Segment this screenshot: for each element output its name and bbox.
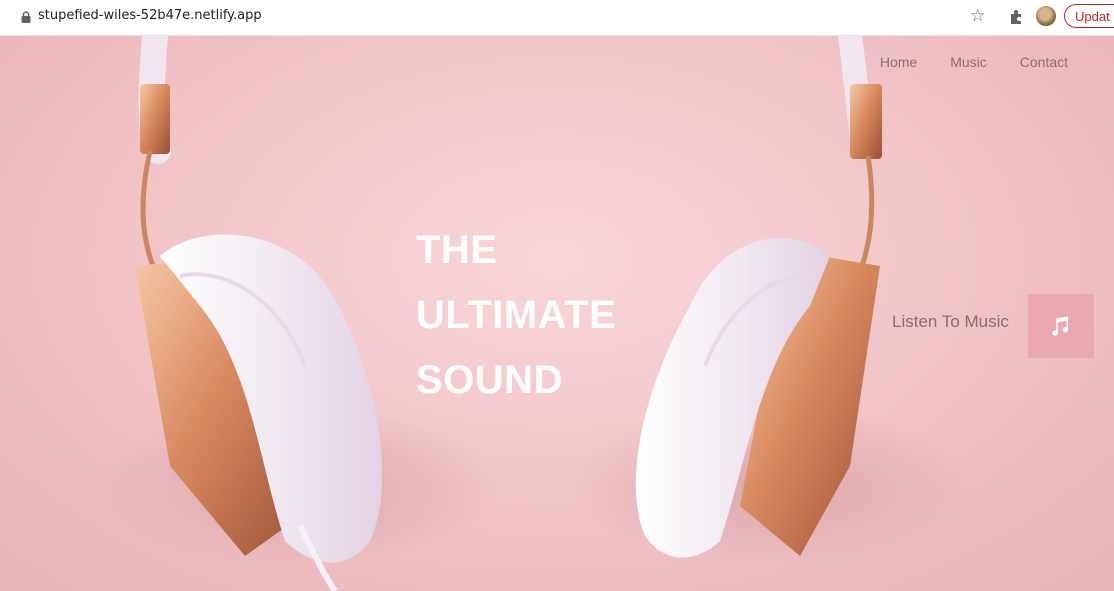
headline-line-3: SOUND (416, 358, 563, 402)
hero-headline: THE ULTIMATE SOUND (416, 218, 616, 413)
nav-music-link[interactable]: Music (950, 54, 987, 70)
extensions-icon[interactable] (1008, 8, 1026, 26)
hero-section: Home Music Contact THE ULTIMATE SOUND Li… (0, 36, 1114, 591)
listen-to-music-label[interactable]: Listen To Music (892, 312, 1009, 332)
lock-icon (21, 11, 31, 23)
address-bar[interactable]: stupefied-wiles-52b47e.netlify.app (38, 8, 262, 23)
update-button[interactable]: Updat (1064, 4, 1114, 28)
music-note-icon (1052, 316, 1069, 336)
headline-line-2: ULTIMATE (416, 293, 617, 337)
listen-music-button[interactable] (1028, 294, 1094, 358)
main-nav: Home Music Contact (880, 54, 1068, 70)
nav-home-link[interactable]: Home (880, 54, 917, 70)
bookmark-star-icon[interactable]: ☆ (970, 6, 985, 26)
nav-contact-link[interactable]: Contact (1020, 54, 1068, 70)
headline-line-1: THE (416, 228, 498, 272)
browser-toolbar: stupefied-wiles-52b47e.netlify.app ☆ Upd… (0, 0, 1114, 36)
profile-avatar[interactable] (1036, 6, 1056, 26)
